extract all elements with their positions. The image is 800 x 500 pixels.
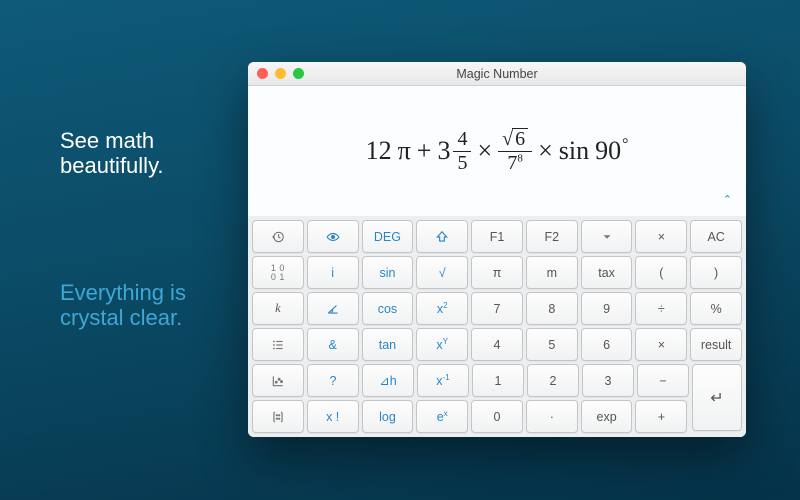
expr-frac-exp: 8: [517, 152, 523, 164]
key-tax[interactable]: tax: [581, 256, 633, 289]
key-9[interactable]: 9: [581, 292, 633, 325]
expr-frac-base: 7: [507, 152, 517, 174]
key-[interactable]: ×: [635, 328, 687, 361]
key-k[interactable]: k: [252, 292, 304, 325]
key-1[interactable]: 1: [472, 364, 524, 397]
key-x[interactable]: x-1: [417, 364, 469, 397]
math-expression: 12 π + 3 4 5 × √6: [366, 128, 629, 174]
key-8[interactable]: 8: [526, 292, 578, 325]
delete-button[interactable]: ×: [635, 220, 687, 253]
key-sin[interactable]: sin: [362, 256, 414, 289]
key-f2[interactable]: F2: [526, 220, 578, 253]
window-title: Magic Number: [248, 67, 746, 81]
key-[interactable]: π: [471, 256, 523, 289]
key-log[interactable]: log: [362, 400, 414, 433]
key-[interactable]: ?: [307, 364, 359, 397]
key-cos[interactable]: cos: [362, 292, 414, 325]
key-x[interactable]: xY: [416, 328, 468, 361]
keypad: DEGF1F2×AC1 00 1isin√πmtax()kcosx2789÷%&…: [248, 216, 746, 437]
key-2[interactable]: 2: [527, 364, 579, 397]
list-icon[interactable]: [252, 328, 304, 361]
key-x[interactable]: x !: [307, 400, 359, 433]
expr-degree: °: [622, 136, 628, 153]
marketing-tagline-1: See math beautifully.: [60, 128, 164, 179]
key-deg[interactable]: DEG: [362, 220, 414, 253]
expr-mixed-num: 4: [453, 129, 471, 152]
expr-times-1: ×: [477, 136, 492, 166]
key-result[interactable]: result: [690, 328, 742, 361]
angle-icon[interactable]: [307, 292, 359, 325]
matrix-icon[interactable]: [252, 400, 304, 433]
history-icon[interactable]: [252, 220, 304, 253]
key-[interactable]: %: [690, 292, 742, 325]
expr-angle: 90: [595, 136, 621, 165]
key-7[interactable]: 7: [471, 292, 523, 325]
key-x[interactable]: x2: [416, 292, 468, 325]
titlebar[interactable]: Magic Number: [248, 62, 746, 86]
key-[interactable]: ·: [526, 400, 578, 433]
key-[interactable]: &: [307, 328, 359, 361]
key-tan[interactable]: tan: [362, 328, 414, 361]
plot-icon[interactable]: [252, 364, 304, 397]
expr-sin: sin: [559, 136, 589, 166]
expr-sqrt: √6: [502, 128, 528, 150]
expr-coef: 12: [366, 136, 392, 166]
key-e[interactable]: ex: [416, 400, 468, 433]
key-h[interactable]: ⊿h: [362, 364, 414, 397]
key-f1[interactable]: F1: [471, 220, 523, 253]
enter-button[interactable]: ↵: [692, 364, 742, 431]
key-[interactable]: ÷: [635, 292, 687, 325]
dropdown-icon[interactable]: [581, 220, 633, 253]
binary-icon[interactable]: 1 00 1: [252, 256, 304, 289]
key-4[interactable]: 4: [471, 328, 523, 361]
shift-icon[interactable]: [416, 220, 468, 253]
expr-mixed-fraction: 3 4 5: [437, 129, 471, 174]
key-ac[interactable]: AC: [690, 220, 742, 253]
expr-pi: π: [398, 136, 411, 166]
key-m[interactable]: m: [526, 256, 578, 289]
expr-plus: +: [417, 136, 432, 166]
key-[interactable]: √: [416, 256, 468, 289]
expression-display[interactable]: 12 π + 3 4 5 × √6: [248, 86, 746, 216]
marketing-tagline-2: Everything is crystal clear.: [60, 280, 186, 331]
cursor-caret-icon: ⌃: [723, 193, 732, 206]
expr-big-fraction: √6 78: [498, 128, 532, 174]
key-6[interactable]: 6: [581, 328, 633, 361]
key-exp[interactable]: exp: [581, 400, 633, 433]
key-i[interactable]: i: [307, 256, 359, 289]
expr-mixed-den: 5: [457, 152, 467, 174]
key-[interactable]: (: [635, 256, 687, 289]
key-3[interactable]: 3: [582, 364, 634, 397]
expr-mixed-int: 3: [437, 136, 450, 166]
key-[interactable]: +: [635, 400, 687, 433]
key-[interactable]: ): [690, 256, 742, 289]
key-[interactable]: −: [637, 364, 689, 397]
key-5[interactable]: 5: [526, 328, 578, 361]
app-window: Magic Number 12 π + 3 4 5 × √: [248, 62, 746, 437]
promo-background: See math beautifully. Everything is crys…: [0, 0, 800, 500]
key-0[interactable]: 0: [471, 400, 523, 433]
expr-times-2: ×: [538, 136, 553, 166]
eye-icon[interactable]: [307, 220, 359, 253]
